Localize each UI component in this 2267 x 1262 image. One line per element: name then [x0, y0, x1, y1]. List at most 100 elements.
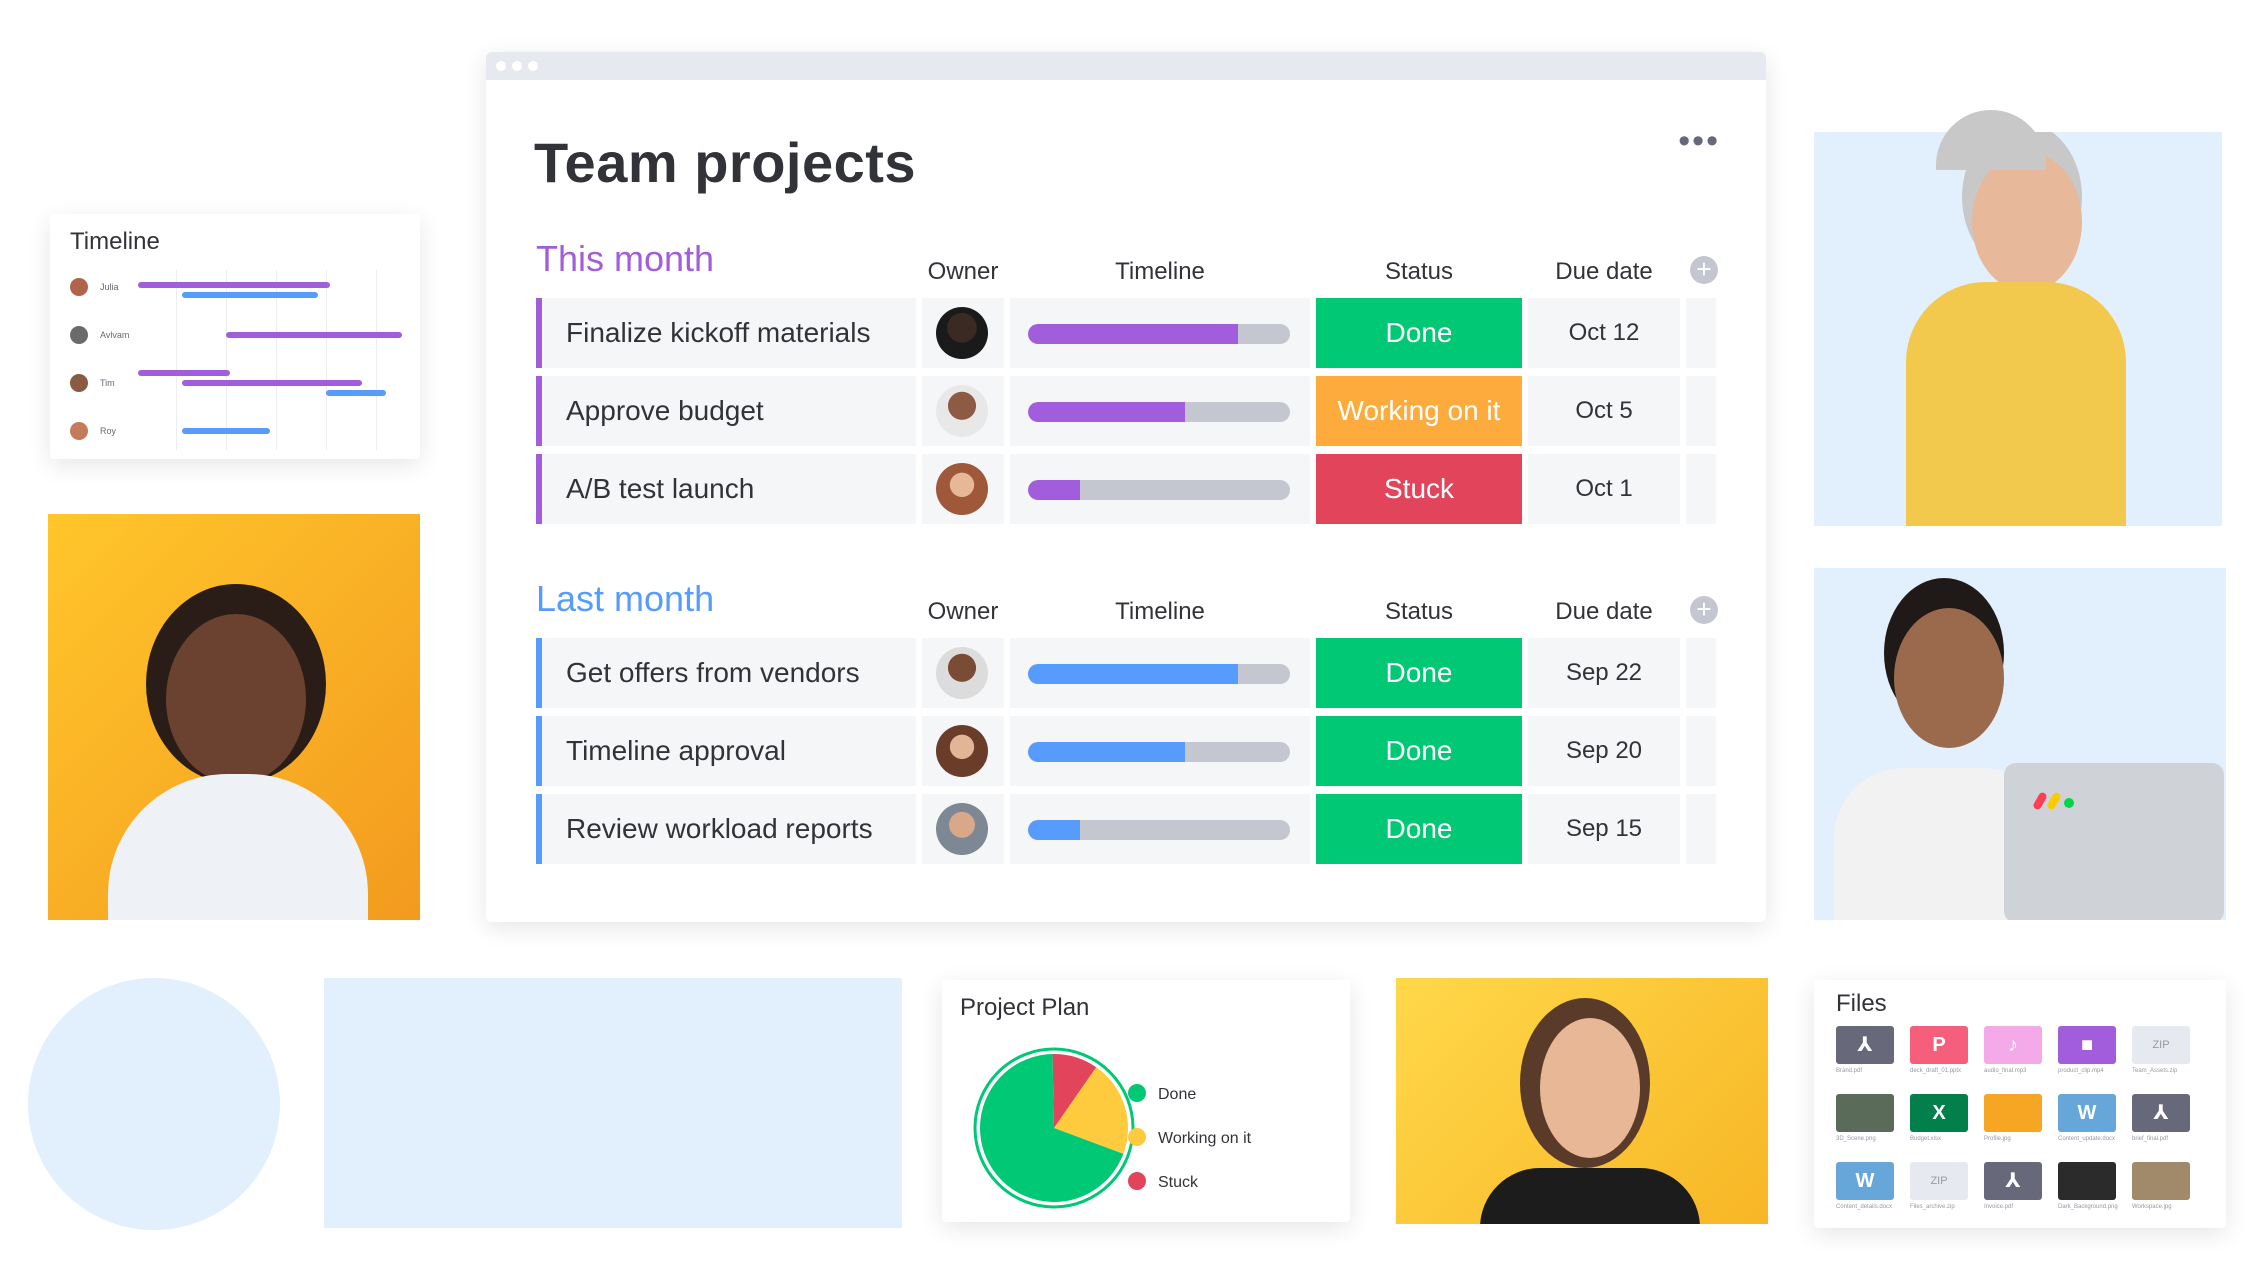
due-date-cell[interactable]: Sep 22 — [1528, 638, 1680, 708]
group-title[interactable]: Last month — [536, 578, 714, 620]
zip-icon[interactable]: ZIP — [1910, 1162, 1968, 1200]
item-name: Finalize kickoff materials — [566, 317, 871, 348]
file-caption: Invoice.pdf — [1984, 1204, 2014, 1210]
table-row[interactable]: A/B test launch Stuck Oct 1 — [536, 454, 1716, 524]
file-caption: Dark_Background.png — [2058, 1204, 2118, 1210]
table-row[interactable]: Finalize kickoff materials Done Oct 12 — [536, 298, 1716, 368]
timeline-progress-fill — [1028, 402, 1186, 422]
zip-icon[interactable]: ZIP — [2132, 1026, 2190, 1064]
table-row[interactable]: Get offers from vendors Done Sep 22 — [536, 638, 1716, 708]
timeline-card-title: Timeline — [70, 228, 160, 255]
timeline-bar[interactable] — [226, 332, 402, 338]
pdf-icon[interactable]: ⅄ — [1836, 1026, 1894, 1064]
group-title[interactable]: This month — [536, 238, 714, 280]
timeline-cell[interactable] — [1010, 794, 1310, 864]
column-header-due-date[interactable]: Due date — [1528, 598, 1680, 626]
status-badge[interactable]: Done — [1316, 716, 1522, 786]
file-caption: deck_draft_01.pptx — [1910, 1068, 1962, 1074]
table-row[interactable]: Timeline approval Done Sep 20 — [536, 716, 1716, 786]
due-date-cell[interactable]: Oct 12 — [1528, 298, 1680, 368]
timeline-bar[interactable] — [182, 380, 362, 386]
powerpoint-icon[interactable]: P — [1910, 1026, 1968, 1064]
file-caption: brief_final.pdf — [2132, 1136, 2169, 1142]
column-header-status[interactable]: Status — [1316, 258, 1522, 286]
word-icon[interactable]: W — [1836, 1162, 1894, 1200]
add-column-icon[interactable]: + — [1690, 596, 1718, 624]
item-name-cell[interactable]: Get offers from vendors — [536, 638, 916, 708]
timeline-progress-fill — [1028, 820, 1081, 840]
item-name-cell[interactable]: Finalize kickoff materials — [536, 298, 916, 368]
table-row[interactable]: Review workload reports Done Sep 15 — [536, 794, 1716, 864]
timeline-progress-bar — [1028, 402, 1290, 422]
timeline-cell[interactable] — [1010, 716, 1310, 786]
add-column-icon[interactable]: + — [1690, 256, 1718, 284]
avatar — [936, 725, 988, 777]
owner-cell[interactable] — [922, 454, 1004, 524]
timeline-bar[interactable] — [138, 282, 330, 288]
item-name-cell[interactable]: Review workload reports — [536, 794, 916, 864]
table-row[interactable]: Approve budget Working on it Oct 5 — [536, 376, 1716, 446]
timeline-cell[interactable] — [1010, 638, 1310, 708]
column-header-due-date[interactable]: Due date — [1528, 258, 1680, 286]
more-options-icon[interactable]: ••• — [1678, 122, 1720, 161]
pdf-icon[interactable]: ⅄ — [2132, 1094, 2190, 1132]
photo-woman-glasses-orange — [48, 514, 420, 920]
column-header-owner[interactable]: Owner — [922, 598, 1004, 626]
timeline-bar[interactable] — [182, 292, 318, 298]
audio-icon[interactable]: ♪ — [1984, 1026, 2042, 1064]
legend-dot — [1128, 1172, 1146, 1190]
photo-icon[interactable] — [1984, 1094, 2042, 1132]
timeline-cell[interactable] — [1010, 454, 1310, 524]
owner-cell[interactable] — [922, 298, 1004, 368]
column-header-timeline[interactable]: Timeline — [1010, 258, 1310, 286]
timeline-progress-bar — [1028, 664, 1290, 684]
column-header-timeline[interactable]: Timeline — [1010, 598, 1310, 626]
status-badge[interactable]: Stuck — [1316, 454, 1522, 524]
excel-icon[interactable]: X — [1910, 1094, 1968, 1132]
timeline-progress-fill — [1028, 480, 1081, 500]
legend-item-stuck: Stuck — [1128, 1172, 1198, 1192]
files-card: Files ⅄ Brand.pdf Pdeck_draft_01.pptx ♪ audi… — [1814, 980, 2226, 1228]
owner-cell[interactable] — [922, 716, 1004, 786]
timeline-card: Timeline Julia Avlvam Tim Roy — [50, 214, 420, 459]
timeline-progress-bar — [1028, 324, 1290, 344]
owner-cell[interactable] — [922, 638, 1004, 708]
image-icon[interactable] — [1836, 1094, 1894, 1132]
window-dot — [512, 61, 522, 71]
item-name: Get offers from vendors — [566, 657, 860, 688]
item-name-cell[interactable]: Approve budget — [536, 376, 916, 446]
owner-cell[interactable] — [922, 376, 1004, 446]
project-plan-pie-chart[interactable] — [972, 1046, 1136, 1210]
status-badge[interactable]: Done — [1316, 298, 1522, 368]
image-icon[interactable] — [2058, 1162, 2116, 1200]
timeline-cell[interactable] — [1010, 376, 1310, 446]
due-date-cell[interactable]: Oct 1 — [1528, 454, 1680, 524]
timeline-bar[interactable] — [326, 390, 386, 396]
monday-logo-icon — [2032, 786, 2082, 811]
due-date-cell[interactable]: Sep 15 — [1528, 794, 1680, 864]
timeline-cell[interactable] — [1010, 298, 1310, 368]
item-name-cell[interactable]: Timeline approval — [536, 716, 916, 786]
video-icon[interactable]: ■ — [2058, 1026, 2116, 1064]
status-badge[interactable]: Done — [1316, 794, 1522, 864]
item-name-cell[interactable]: A/B test launch — [536, 454, 916, 524]
legend-item-working: Working on it — [1128, 1128, 1251, 1148]
file-caption: Team_Assets.zip — [2132, 1068, 2178, 1074]
timeline-bar[interactable] — [138, 370, 230, 376]
pdf-icon[interactable]: ⅄ — [1984, 1162, 2042, 1200]
photo-woman-tablet-blue — [1814, 132, 2222, 526]
avatar — [936, 803, 988, 855]
timeline-bar[interactable] — [182, 428, 270, 434]
status-badge[interactable]: Done — [1316, 638, 1522, 708]
image-icon[interactable] — [2132, 1162, 2190, 1200]
timeline-gridline — [326, 270, 327, 450]
file-caption: Profile.jpg — [1984, 1136, 2011, 1142]
column-header-status[interactable]: Status — [1316, 598, 1522, 626]
avatar — [70, 422, 88, 440]
owner-cell[interactable] — [922, 794, 1004, 864]
status-badge[interactable]: Working on it — [1316, 376, 1522, 446]
word-icon[interactable]: W — [2058, 1094, 2116, 1132]
due-date-cell[interactable]: Oct 5 — [1528, 376, 1680, 446]
due-date-cell[interactable]: Sep 20 — [1528, 716, 1680, 786]
column-header-owner[interactable]: Owner — [922, 258, 1004, 286]
